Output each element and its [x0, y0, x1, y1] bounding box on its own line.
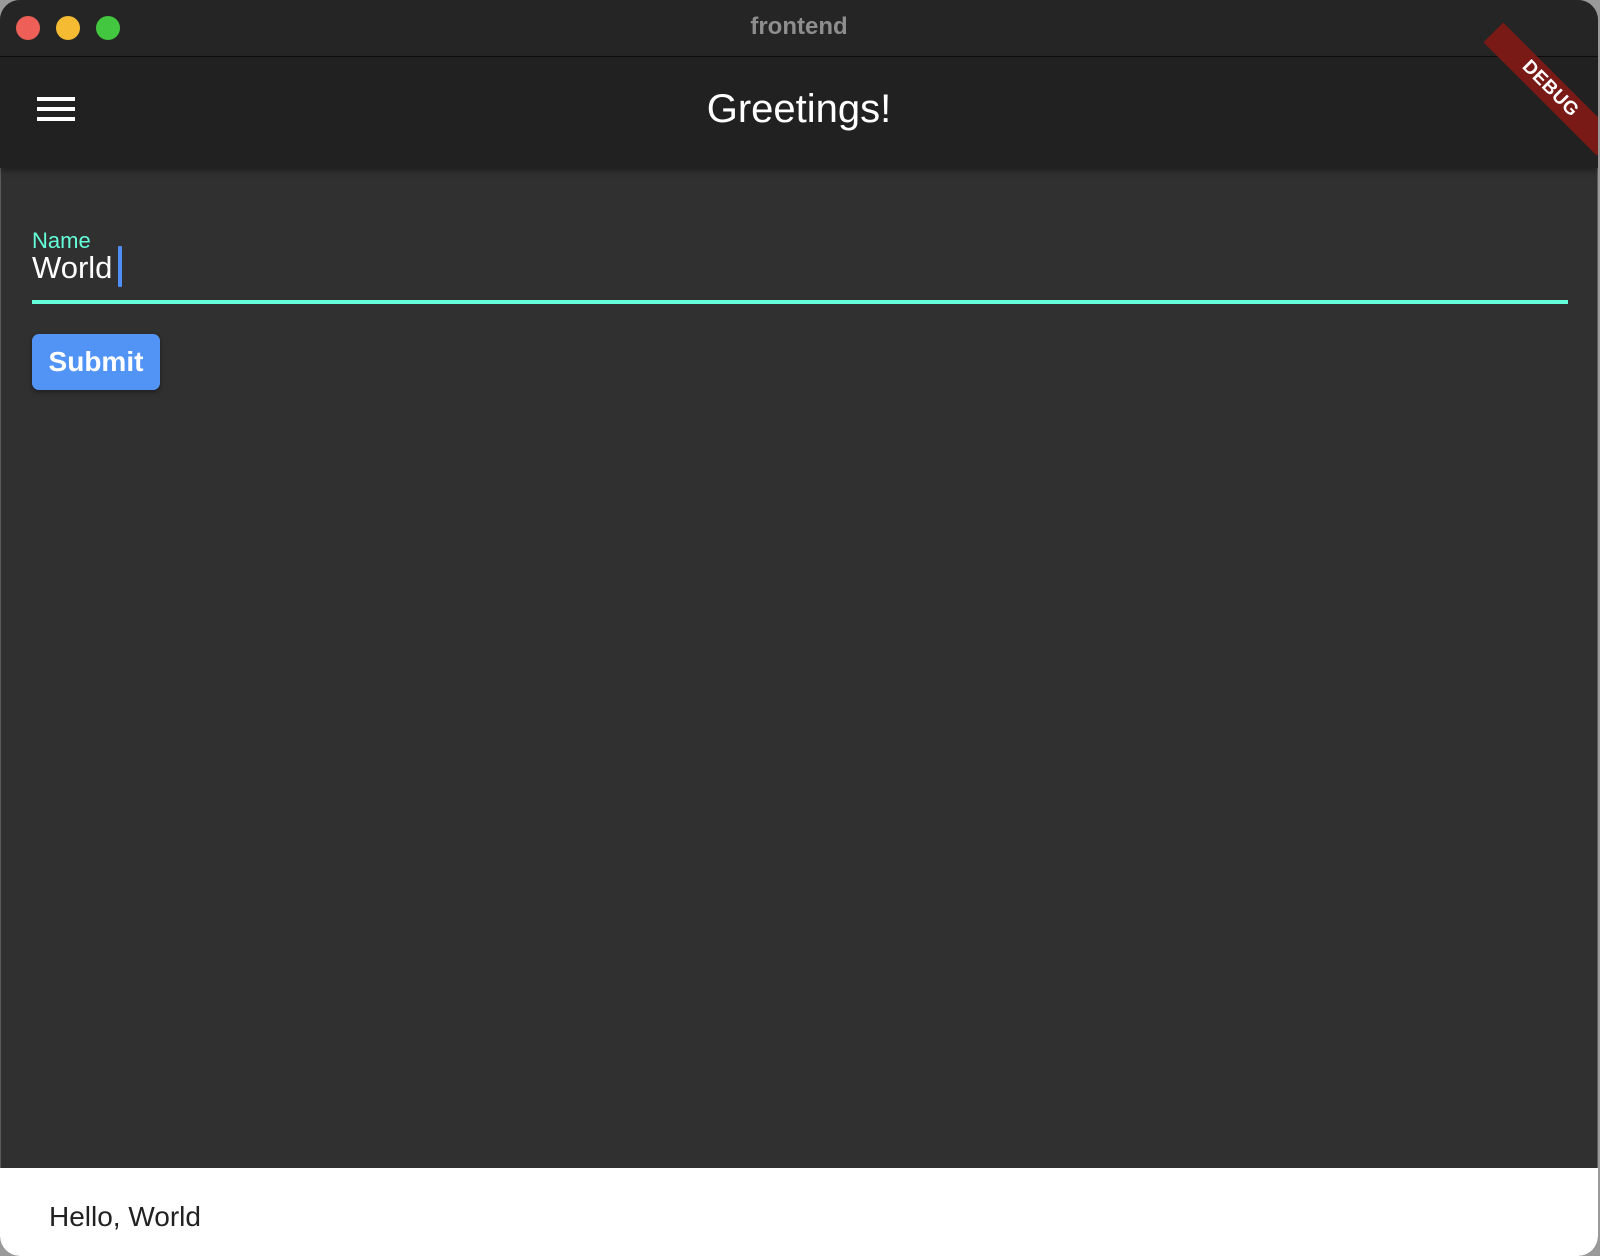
name-input[interactable]: [32, 250, 1564, 286]
window-titlebar: frontend: [0, 0, 1598, 57]
page-title: Greetings!: [706, 87, 892, 131]
snackbar-message: Hello, World: [49, 1201, 201, 1232]
window-title: frontend: [750, 13, 848, 40]
name-field[interactable]: Name: [32, 220, 1568, 304]
main-content: Name Submit: [0, 168, 1598, 1168]
snackbar: Hello, World: [0, 1168, 1598, 1256]
text-cursor: [118, 246, 122, 287]
submit-button[interactable]: Submit: [32, 334, 160, 390]
name-field-underline: [32, 300, 1568, 304]
app-bar: Greetings! DEBUG: [0, 22, 1598, 168]
app-window: frontend Greetings! DEBUG Name Submit He…: [0, 0, 1598, 1256]
